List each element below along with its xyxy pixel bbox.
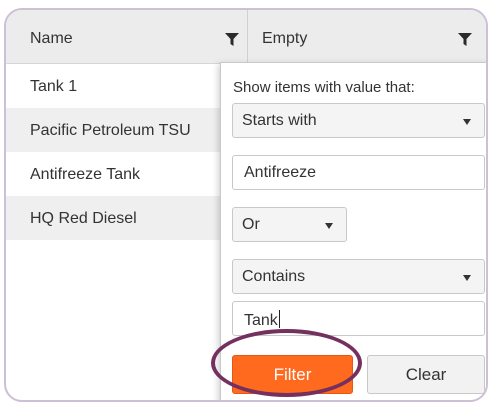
filter-menu-popup: Show items with value that: Starts with …	[220, 62, 486, 400]
grid-frame: Name Empty Tank 1 Pacific Petroleum TSU …	[4, 8, 488, 402]
filter-funnel-icon[interactable]	[225, 33, 239, 46]
filter-button[interactable]: Filter	[232, 355, 353, 394]
operator1-dropdown[interactable]: Starts with	[232, 103, 485, 138]
table-row[interactable]: Antifreeze Tank	[6, 152, 248, 196]
logic-dropdown[interactable]: Or	[232, 207, 347, 242]
filter-instruction-label: Show items with value that:	[233, 79, 415, 96]
cell-name: Pacific Petroleum TSU	[30, 122, 191, 139]
clear-button[interactable]: Clear	[367, 355, 485, 394]
cell-name: Antifreeze Tank	[30, 166, 140, 183]
filter-value2-input[interactable]: Tank	[232, 301, 485, 336]
cell-name: HQ Red Diesel	[30, 210, 137, 227]
dropdown-arrow-icon	[463, 119, 471, 125]
table-row[interactable]: Pacific Petroleum TSU	[6, 108, 248, 152]
grid-header: Name Empty	[6, 10, 486, 64]
filter-funnel-icon[interactable]	[458, 33, 472, 46]
table-row[interactable]: HQ Red Diesel	[6, 196, 248, 240]
operator2-dropdown[interactable]: Contains	[232, 259, 485, 294]
cell-name: Tank 1	[30, 78, 78, 95]
logic-value: Or	[242, 216, 260, 233]
column-header-name-label: Name	[30, 30, 73, 47]
column-header-name[interactable]: Name	[6, 10, 248, 64]
column-header-empty[interactable]: Empty	[248, 10, 486, 64]
filter-value1-text: Antifreeze	[244, 164, 317, 181]
dropdown-arrow-icon	[463, 275, 471, 281]
filter-value2-text: Tank	[244, 310, 280, 330]
dropdown-arrow-icon	[325, 223, 333, 229]
operator2-value: Contains	[242, 268, 306, 285]
operator1-value: Starts with	[242, 112, 317, 129]
filter-value2-content: Tank	[244, 312, 278, 329]
filter-value1-input[interactable]: Antifreeze	[232, 155, 485, 190]
table-row[interactable]: Tank 1	[6, 64, 248, 108]
text-caret	[278, 310, 280, 328]
column-header-empty-label: Empty	[262, 30, 308, 47]
